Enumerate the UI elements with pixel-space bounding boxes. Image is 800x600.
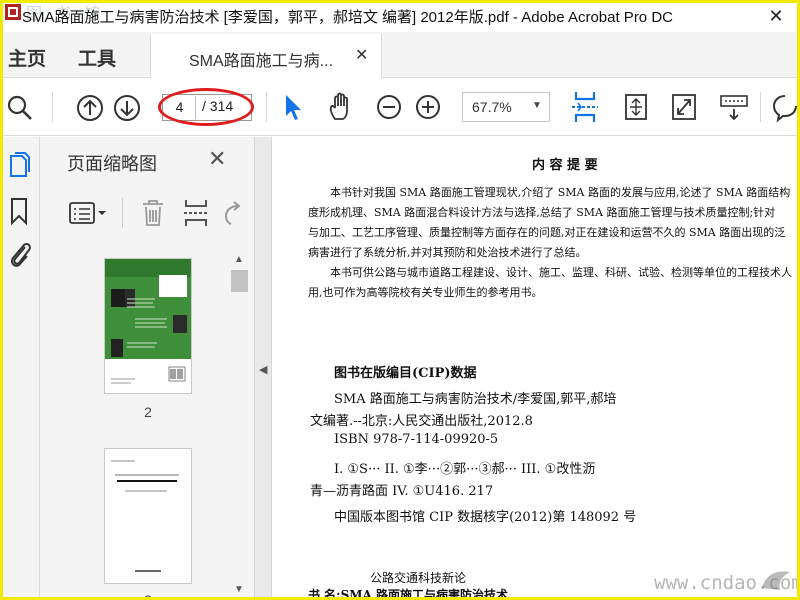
select-cursor-icon[interactable] xyxy=(282,92,304,122)
rotate-page-icon[interactable] xyxy=(222,198,240,228)
zoom-value: 67.7% xyxy=(472,99,512,115)
cip-line: I. ①S··· II. ①李···②郭···③郝··· III. ①改性沥 xyxy=(334,462,596,477)
thumbnails-scrollbar[interactable] xyxy=(230,252,248,600)
trash-icon[interactable] xyxy=(140,198,166,228)
page-thumbnail[interactable] xyxy=(104,448,192,584)
title-bar: 图 书 馆 SMA路面施工与病害防治技术 [李爱国，郭平，郝培文 编著] 201… xyxy=(0,0,800,32)
document-tab[interactable]: SMA路面施工与病... ✕ xyxy=(150,34,382,78)
cip-line: 文编著.--北京:人民交通出版社,2012.8 xyxy=(310,414,533,429)
document-paragraph-line: 病害进行了系统分析,并对其预防和处治技术进行了总结。 xyxy=(308,246,587,259)
cip-title: 图书在版编目(CIP)数据 xyxy=(334,366,477,381)
document-paragraph-line: 本书可供公路与城市道路工程建设、设计、施工、监理、科研、试验、检测等单位的工程技… xyxy=(330,266,792,279)
book-title-line: 书 名:SMA 路面施工与病害防治技术 xyxy=(308,588,509,600)
nav-home-tab[interactable]: 主页 xyxy=(8,44,46,71)
cip-line: 中国版本图书馆 CIP 数据核字(2012)第 148092 号 xyxy=(334,510,637,525)
thumbnail-options-icon[interactable] xyxy=(68,200,108,226)
toolbar-separator xyxy=(52,92,53,122)
scrollbar-thumb[interactable] xyxy=(231,270,248,292)
document-paragraph-line: 与加工、工艺工序管理、质量控制等方面存在的问题,对正在建设和运营不久的 SMA … xyxy=(308,226,786,239)
watermark-logo-icon xyxy=(762,571,790,590)
highlight-annotation-ellipse xyxy=(158,88,254,126)
window-close-button[interactable]: ✕ xyxy=(758,4,794,28)
document-paragraph-line: 用,也可作为高等院校有关专业师生的参考用书。 xyxy=(308,286,543,299)
full-screen-icon[interactable] xyxy=(670,92,698,122)
page-thumbnail-preview xyxy=(105,449,191,583)
tab-bar xyxy=(0,32,800,78)
document-tab-close-button[interactable]: ✕ xyxy=(355,45,368,65)
fit-page-icon[interactable] xyxy=(570,90,600,124)
panel-toolbar-separator xyxy=(122,198,123,228)
document-paragraph-line: 度形成机理、SMA 路面混合料设计方法与选择,总结了 SMA 路面施工管理与技术… xyxy=(308,206,776,219)
nav-tools-tab[interactable]: 工具 xyxy=(78,44,116,71)
site-logo-icon xyxy=(5,4,21,20)
toolbar-separator xyxy=(266,92,267,122)
chevron-down-icon: ▼ xyxy=(532,100,542,111)
document-heading: 内 容 提 要 xyxy=(532,158,598,173)
page-thumbnail[interactable] xyxy=(104,258,192,394)
close-icon[interactable]: ✕ xyxy=(208,146,226,172)
search-icon[interactable] xyxy=(6,94,34,122)
comment-icon[interactable] xyxy=(770,92,800,122)
window-title: SMA路面施工与病害防治技术 [李爱国，郭平，郝培文 编著] 2012年版.pd… xyxy=(22,9,673,26)
series-title: 公路交通科技新论 xyxy=(370,571,467,585)
attachment-icon[interactable] xyxy=(6,238,34,270)
next-page-icon[interactable] xyxy=(112,93,142,123)
zoom-out-icon[interactable] xyxy=(375,93,403,121)
cip-line: 青—沥青路面 IV. ①U416. 217 xyxy=(310,484,494,499)
thumbnails-panel-title: 页面缩略图 xyxy=(67,154,157,174)
previous-page-icon[interactable] xyxy=(75,93,105,123)
rotate-view-icon[interactable] xyxy=(622,92,650,122)
collapse-panel-icon[interactable]: ◀ xyxy=(259,363,267,376)
cip-line: SMA 路面施工与病害防治技术/李爱国,郭平,郝培 xyxy=(334,392,617,407)
page-thumbnail-preview xyxy=(105,259,191,393)
hand-tool-icon[interactable] xyxy=(326,91,356,123)
insert-page-icon[interactable] xyxy=(182,198,210,228)
read-mode-icon[interactable] xyxy=(718,94,750,122)
bookmark-icon[interactable] xyxy=(8,196,30,226)
document-tab-label: SMA路面施工与病... xyxy=(189,53,334,70)
page-thumbnails-icon[interactable] xyxy=(6,150,32,180)
scroll-up-icon[interactable]: ▲ xyxy=(234,254,244,265)
document-paragraph-line: 本书针对我国 SMA 路面施工管理现状,介绍了 SMA 路面的发展与应用,论述了… xyxy=(330,186,791,199)
thumbnail-label: 3 xyxy=(144,592,152,600)
cip-line: ISBN 978-7-114-09920-5 xyxy=(334,432,499,447)
scroll-down-icon[interactable]: ▼ xyxy=(234,584,244,595)
toolbar-separator xyxy=(760,92,761,122)
zoom-in-icon[interactable] xyxy=(414,93,442,121)
thumbnail-label: 2 xyxy=(144,404,152,420)
